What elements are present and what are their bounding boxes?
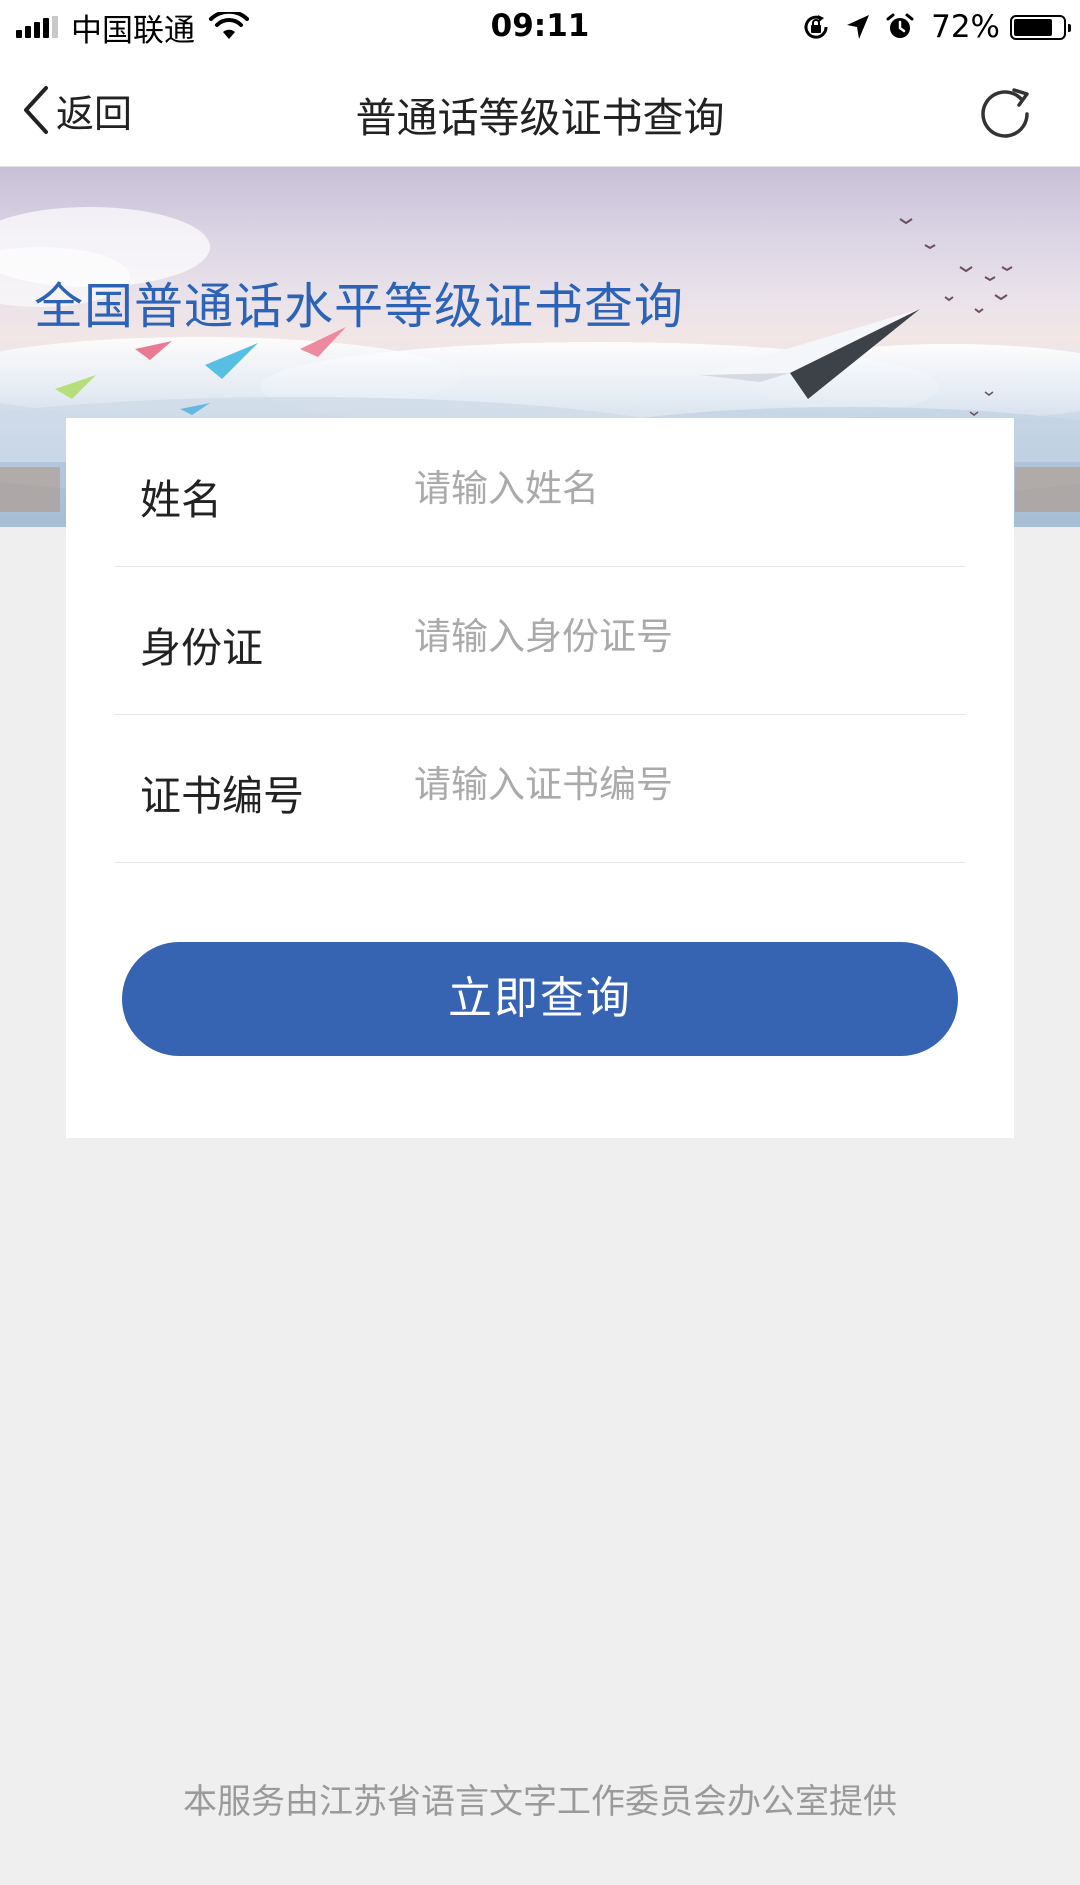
status-bar: 中国联通 09:11 72%: [0, 0, 1080, 54]
location-arrow-icon: [847, 15, 870, 39]
status-right: 72%: [787, 8, 1071, 46]
form-row-certificate-number: 证书编号: [114, 714, 966, 863]
name-label: 姓名: [140, 476, 222, 524]
id-card-input[interactable]: [414, 604, 954, 668]
query-button[interactable]: 立即查询: [122, 942, 958, 1056]
query-form: 姓名 身份证 证书编号 立即查询: [66, 418, 1014, 1138]
alarm-clock-icon: [886, 13, 914, 38]
battery-icon: [1010, 14, 1071, 40]
id-card-label: 身份证: [140, 624, 263, 672]
refresh-icon[interactable]: [978, 84, 1034, 140]
certificate-number-label: 证书编号: [140, 772, 304, 820]
name-input[interactable]: [414, 456, 954, 520]
footer-text: 本服务由江苏省语言文字工作委员会办公室提供: [183, 1782, 897, 1822]
form-row-name: 姓名: [114, 418, 966, 567]
battery-percentage: 72%: [931, 9, 1000, 45]
form-row-id-card: 身份证: [114, 566, 966, 715]
page-title: 普通话等级证书查询: [355, 94, 725, 142]
nav-bar: 返回 普通话等级证书查询: [0, 54, 1080, 167]
certificate-number-input[interactable]: [414, 752, 954, 816]
rotation-lock-icon: [804, 15, 828, 39]
banner-title: 全国普通话水平等级证书查询: [34, 278, 685, 335]
